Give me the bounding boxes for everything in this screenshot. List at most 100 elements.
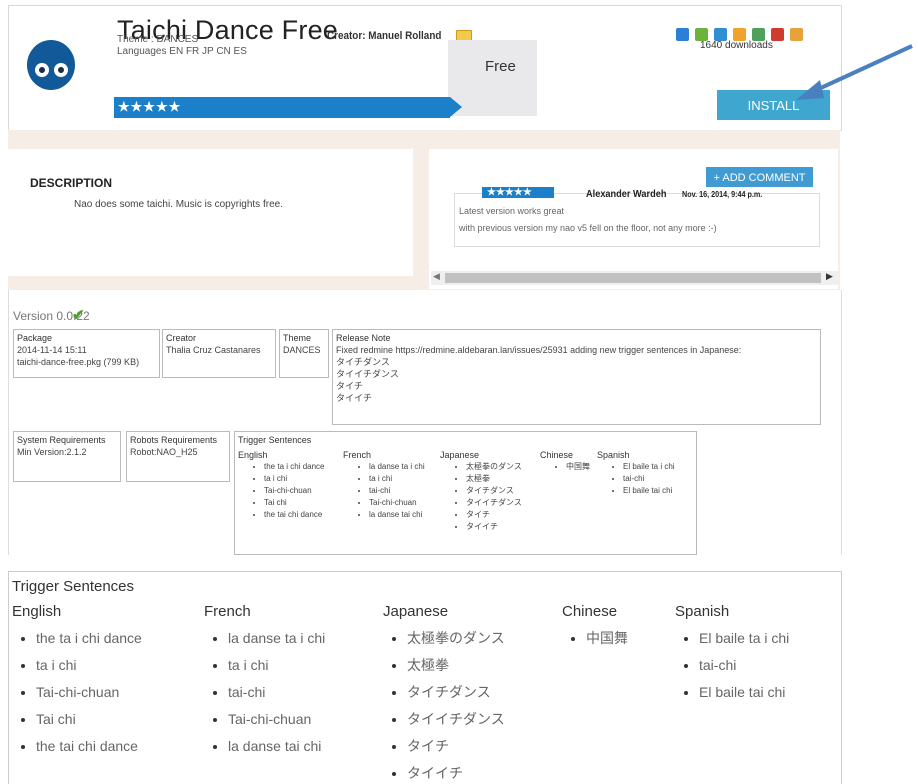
trigger-sentence: tai-chi: [228, 682, 325, 709]
trigger-sentence: Tai-chi-chuan: [369, 497, 425, 509]
trigger-column-japanese: Japanese 太極拳のダンス 太極拳 タイチダンス タイイチダンス タイチ …: [440, 449, 522, 533]
trigger-column-chinese-large: Chinese 中国舞: [562, 603, 628, 655]
release-note-line: タイイチ: [336, 393, 373, 403]
robots-requirements-value: Robot:NAO_H25: [130, 447, 198, 457]
robot-badge-icon: [676, 28, 689, 41]
comment-date: Nov. 16, 2014, 9:44 p.m.: [682, 190, 763, 199]
trigger-sentence: 太極拳: [466, 473, 522, 485]
trigger-sentence: Tai-chi-chuan: [36, 682, 142, 709]
release-note-line: タイチダンス: [336, 357, 390, 367]
release-note-line: Fixed redmine https://redmine.aldebaran.…: [336, 345, 742, 355]
comment-text-line: Latest version works great: [459, 206, 565, 216]
trigger-sentence: tai-chi: [369, 485, 425, 497]
trigger-sentence: 太極拳: [407, 655, 505, 682]
release-note-line: タイイチダンス: [336, 369, 399, 379]
scroll-right-icon[interactable]: ▶: [826, 271, 833, 282]
trigger-sentence: 太極拳のダンス: [407, 628, 505, 655]
trigger-column-english-large: English the ta i chi dance ta i chi Tai-…: [12, 603, 142, 763]
package-date: 2014-11-14 15:11: [17, 345, 87, 355]
trigger-sentence: 中国舞: [586, 628, 628, 655]
comment-text-line: with previous version my nao v5 fell on …: [459, 223, 717, 233]
trigger-sentence: la danse ta i chi: [369, 461, 425, 473]
comment-rating-stars: ★★★★★: [482, 187, 554, 198]
package-box: Package 2014-11-14 15:11 taichi-dance-fr…: [13, 329, 160, 378]
creator-heading: Creator: [166, 333, 197, 343]
add-comment-button[interactable]: + ADD COMMENT: [706, 167, 813, 187]
trigger-sentence: タイイチ: [466, 521, 522, 533]
trigger-sentence: tai-chi: [699, 655, 789, 682]
package-heading: Package: [17, 333, 53, 343]
description-panel: [8, 149, 413, 276]
theme-heading: Theme: [283, 333, 312, 343]
trigger-sentences-heading: Trigger Sentences: [238, 435, 312, 445]
trigger-sentence: タイイチ: [407, 763, 505, 783]
medal-badge-icon: [771, 28, 784, 41]
app-languages: Languages EN FR JP CN ES: [117, 46, 247, 57]
trigger-sentence: タイイチダンス: [407, 709, 505, 736]
trigger-sentences-box: Trigger Sentences English the ta i chi d…: [234, 431, 697, 555]
scrollbar-thumb[interactable]: [445, 273, 821, 283]
comment-card: [454, 193, 820, 247]
robots-requirements-box: Robots Requirements Robot:NAO_H25: [126, 431, 230, 482]
trigger-language-label: French: [204, 603, 251, 620]
release-note-line: タイチ: [336, 381, 364, 391]
trigger-column-spanish-large: Spanish El baile ta i chi tai-chi El bai…: [675, 603, 789, 709]
release-note-heading: Release Note: [336, 333, 391, 343]
release-note-box: Release Note Fixed redmine https://redmi…: [332, 329, 821, 425]
trigger-column-japanese-large: Japanese 太極拳のダンス 太極拳 タイチダンス タイイチダンス タイチ …: [383, 603, 505, 783]
trigger-column-chinese: Chinese 中国舞: [540, 449, 590, 473]
trigger-sentence: la danse tai chi: [369, 509, 425, 521]
system-requirements-heading: System Requirements: [17, 435, 106, 445]
trigger-sentence: El baile tai chi: [623, 485, 675, 497]
trigger-language-label: Spanish: [597, 450, 630, 460]
pointer-arrow-icon: [796, 44, 913, 100]
app-price: Free: [485, 58, 516, 75]
trigger-language-label: Chinese: [540, 450, 574, 460]
system-requirements-value: Min Version:2.1.2: [17, 447, 87, 457]
comment-author: Alexander Wardeh: [586, 189, 667, 200]
description-title: DESCRIPTION: [30, 176, 113, 190]
rating-stars: ★★★★★: [118, 99, 182, 114]
trigger-language-label: French: [343, 450, 372, 460]
trigger-sentence: タイチ: [466, 509, 522, 521]
trigger-sentence: タイチ: [407, 736, 505, 763]
app-theme: Theme : DANCES: [117, 34, 199, 45]
ribbon-arrow: [450, 97, 462, 117]
trigger-sentence: the tai chi dance: [36, 736, 142, 763]
theme-value: DANCES: [283, 345, 321, 355]
trigger-sentence: ta i chi: [36, 655, 142, 682]
trigger-sentence: la danse tai chi: [228, 736, 325, 763]
trigger-language-label: Chinese: [562, 603, 618, 620]
app-creator: Creator: Manuel Rolland: [327, 30, 442, 42]
trigger-sentence: El baile ta i chi: [623, 461, 675, 473]
download-count: 1640 downloads: [700, 40, 773, 51]
trigger-sentence: ta i chi: [228, 655, 325, 682]
trigger-sentence: タイチダンス: [466, 485, 522, 497]
trigger-language-label: English: [238, 450, 268, 460]
trigger-column-french: French la danse ta i chi ta i chi tai-ch…: [343, 449, 425, 521]
trigger-sentence: Tai-chi-chuan: [264, 485, 324, 497]
trigger-sentence: the ta i chi dance: [36, 628, 142, 655]
trigger-sentence: タイイチダンス: [466, 497, 522, 509]
trigger-sentence: 太極拳のダンス: [466, 461, 522, 473]
trigger-sentence: ta i chi: [264, 473, 324, 485]
trigger-sentence: Tai-chi-chuan: [228, 709, 325, 736]
check-icon: ✔: [72, 307, 85, 324]
scroll-left-icon[interactable]: ◀: [433, 271, 440, 282]
trigger-column-spanish: Spanish El baile ta i chi tai-chi El bai…: [597, 449, 675, 497]
trigger-sentence: El baile tai chi: [699, 682, 789, 709]
trigger-column-english: English the ta i chi dance ta i chi Tai-…: [238, 449, 324, 521]
robots-requirements-heading: Robots Requirements: [130, 435, 218, 445]
description-text: Nao does some taichi. Music is copyright…: [74, 199, 283, 210]
trigger-sentence: ta i chi: [369, 473, 425, 485]
trigger-sentences-title: Trigger Sentences: [12, 578, 135, 595]
trigger-sentence: tai-chi: [623, 473, 675, 485]
creator-name: Thalia Cruz Castanares: [166, 345, 261, 355]
trigger-language-label: Spanish: [675, 603, 730, 620]
trigger-sentence: Tai chi: [264, 497, 324, 509]
creator-box: Creator Thalia Cruz Castanares: [162, 329, 276, 378]
trigger-column-french-large: French la danse ta i chi ta i chi tai-ch…: [204, 603, 325, 763]
trigger-sentence: 中国舞: [566, 461, 590, 473]
trigger-sentence: la danse ta i chi: [228, 628, 325, 655]
trigger-language-label: English: [12, 603, 62, 620]
